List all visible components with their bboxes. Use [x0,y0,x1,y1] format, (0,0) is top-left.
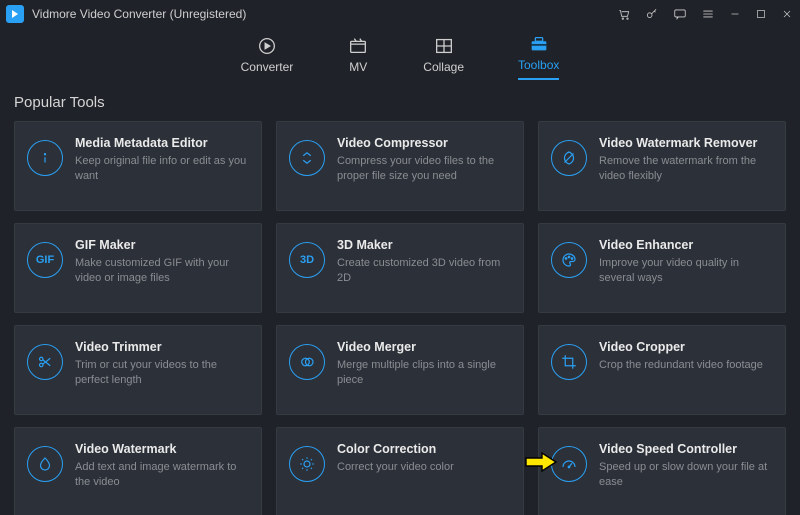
minimize-button[interactable] [728,7,742,21]
main-tabs: Converter MV Collage Toolbox [0,28,800,84]
tool-video-watermark[interactable]: Video Watermark Add text and image water… [14,427,262,515]
tab-label: MV [349,60,367,74]
tools-grid: Media Metadata Editor Keep original file… [0,121,800,515]
tool-title: Video Enhancer [599,238,773,252]
tab-converter[interactable]: Converter [241,35,294,80]
tool-desc: Speed up or slow down your file at ease [599,460,773,490]
toolbox-icon [528,33,550,55]
tool-video-trimmer[interactable]: Video Trimmer Trim or cut your videos to… [14,325,262,415]
three-d-icon: 3D [289,242,325,278]
tool-desc: Crop the redundant video footage [599,358,773,373]
crop-icon [551,344,587,380]
tool-title: Video Merger [337,340,511,354]
tool-title: Video Speed Controller [599,442,773,456]
tab-label: Toolbox [518,58,559,72]
gif-icon: GIF [27,242,63,278]
scissors-icon [27,344,63,380]
tab-label: Collage [423,60,464,74]
tool-video-cropper[interactable]: Video Cropper Crop the redundant video f… [538,325,786,415]
tool-title: Color Correction [337,442,511,456]
tool-color-correction[interactable]: Color Correction Correct your video colo… [276,427,524,515]
gauge-icon [551,446,587,482]
cart-icon[interactable] [616,6,632,22]
title-controls [616,6,794,22]
tool-gif-maker[interactable]: GIF GIF Maker Make customized GIF with y… [14,223,262,313]
watermark-remove-icon [551,140,587,176]
close-button[interactable] [780,7,794,21]
tool-video-watermark-remover[interactable]: Video Watermark Remover Remove the water… [538,121,786,211]
app-title: Vidmore Video Converter (Unregistered) [32,7,246,21]
tool-title: GIF Maker [75,238,249,252]
palette-icon [551,242,587,278]
converter-icon [256,35,278,57]
droplet-icon [27,446,63,482]
section-heading: Popular Tools [14,94,786,111]
mv-icon [347,35,369,57]
app-logo [6,5,24,23]
collage-icon [433,35,455,57]
tool-desc: Compress your video files to the proper … [337,154,511,184]
tool-video-merger[interactable]: Video Merger Merge multiple clips into a… [276,325,524,415]
tool-desc: Create customized 3D video from 2D [337,256,511,286]
section-header: Popular Tools [0,84,800,121]
tool-title: Video Watermark [75,442,249,456]
tool-desc: Keep original file info or edit as you w… [75,154,249,184]
maximize-button[interactable] [754,7,768,21]
tool-title: Video Trimmer [75,340,249,354]
info-icon [27,140,63,176]
tool-video-speed-controller[interactable]: Video Speed Controller Speed up or slow … [538,427,786,515]
tool-desc: Merge multiple clips into a single piece [337,358,511,388]
tab-mv[interactable]: MV [347,35,369,80]
tool-video-enhancer[interactable]: Video Enhancer Improve your video qualit… [538,223,786,313]
tool-title: Video Watermark Remover [599,136,773,150]
tool-desc: Trim or cut your videos to the perfect l… [75,358,249,388]
tab-label: Converter [241,60,294,74]
tool-desc: Make customized GIF with your video or i… [75,256,249,286]
tool-3d-maker[interactable]: 3D 3D Maker Create customized 3D video f… [276,223,524,313]
compress-icon [289,140,325,176]
tool-title: Media Metadata Editor [75,136,249,150]
tool-video-compressor[interactable]: Video Compressor Compress your video fil… [276,121,524,211]
key-icon[interactable] [644,6,660,22]
feedback-icon[interactable] [672,6,688,22]
tool-desc: Remove the watermark from the video flex… [599,154,773,184]
tool-media-metadata-editor[interactable]: Media Metadata Editor Keep original file… [14,121,262,211]
tool-desc: Correct your video color [337,460,511,475]
tab-toolbox[interactable]: Toolbox [518,33,559,80]
tab-collage[interactable]: Collage [423,35,464,80]
titlebar: Vidmore Video Converter (Unregistered) [0,0,800,28]
tool-title: Video Cropper [599,340,773,354]
tool-title: Video Compressor [337,136,511,150]
sun-icon [289,446,325,482]
tool-desc: Improve your video quality in several wa… [599,256,773,286]
tool-desc: Add text and image watermark to the vide… [75,460,249,490]
tool-title: 3D Maker [337,238,511,252]
merge-icon [289,344,325,380]
menu-icon[interactable] [700,6,716,22]
